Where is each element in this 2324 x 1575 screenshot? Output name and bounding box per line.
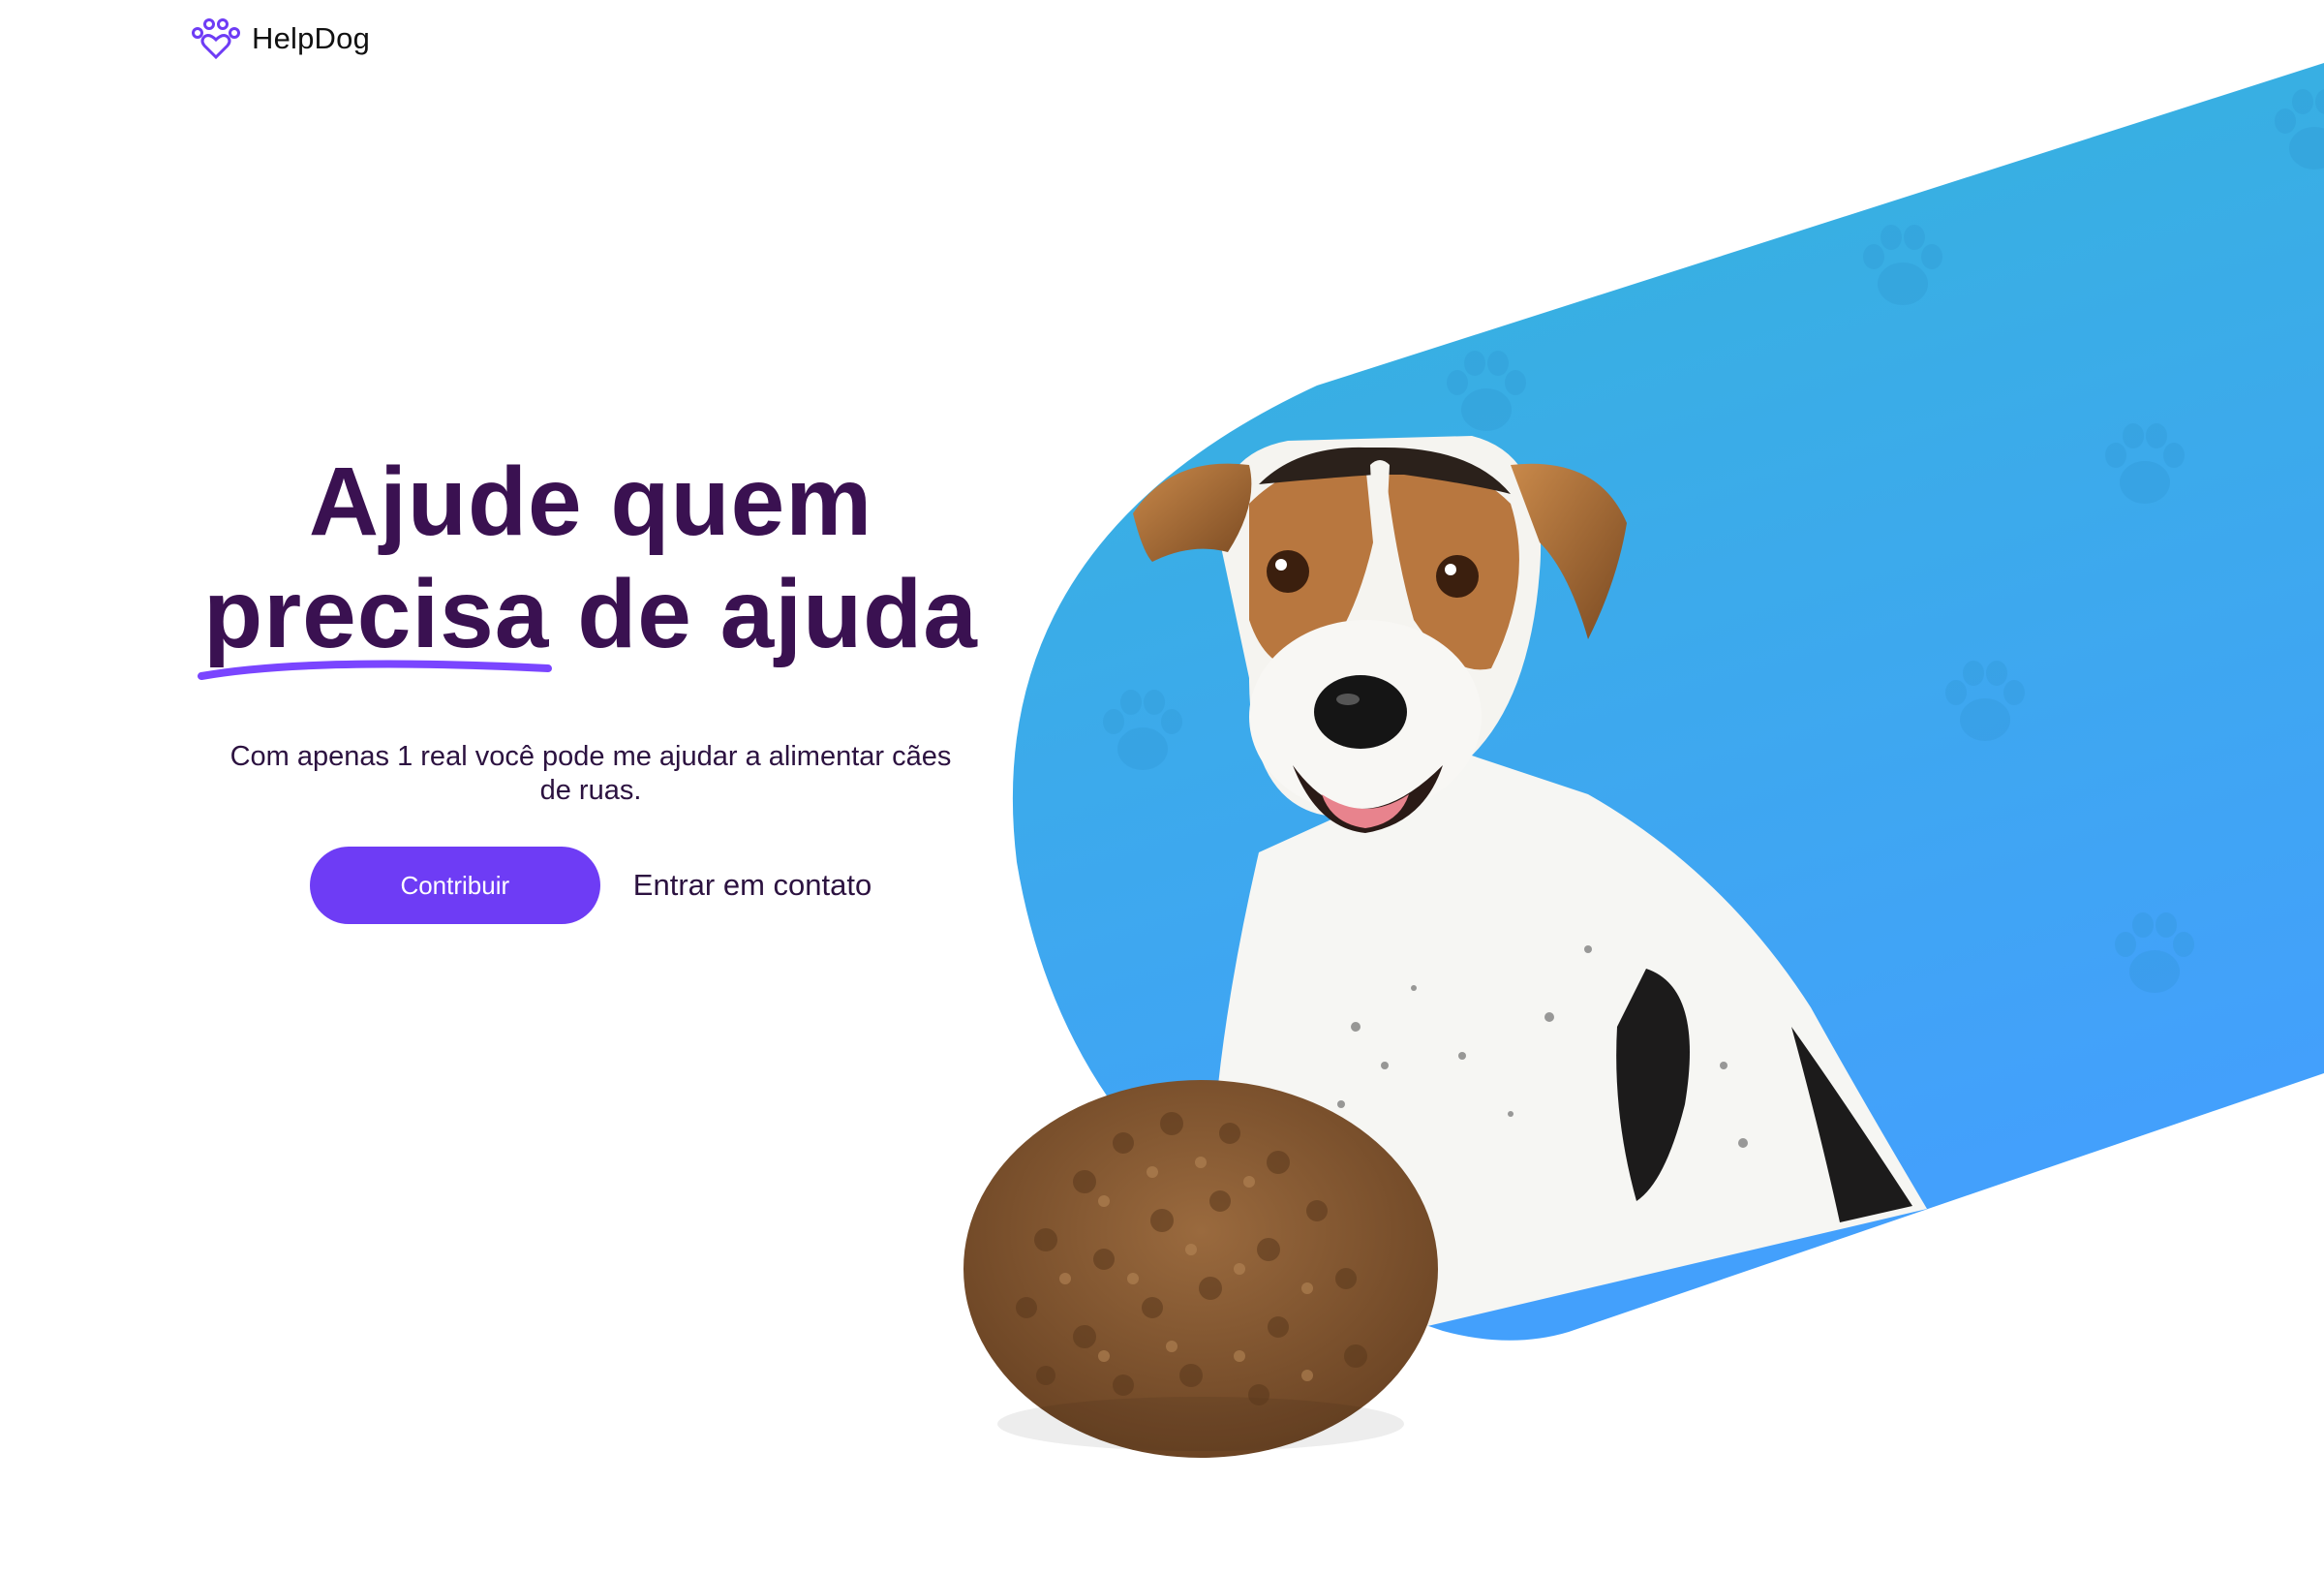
paw-heart-icon [192, 18, 240, 60]
contact-link[interactable]: Entrar em contato [633, 868, 872, 903]
hero-section: Ajude quem precisa de ajuda Com apenas 1… [184, 446, 997, 924]
brush-underline-decoration [198, 660, 553, 680]
hero-title: Ajude quem precisa de ajuda [184, 446, 997, 680]
hero-title-rest: de ajuda [577, 560, 978, 668]
hero-title-highlight: precisa [198, 558, 553, 680]
hero-actions: Contribuir Entrar em contato [184, 847, 997, 924]
hero-subtitle: Com apenas 1 real você pode me ajudar a … [229, 741, 952, 806]
brand-name: HelpDog [252, 21, 371, 55]
landing-page: HelpDog Ajude quem precisa de ajuda Com … [0, 0, 2324, 1575]
hero-title-line2: precisa de ajuda [184, 558, 997, 680]
hero-title-line1: Ajude quem [308, 448, 873, 556]
hero-title-highlight-word: precisa [203, 560, 550, 668]
contribute-button[interactable]: Contribuir [309, 847, 600, 924]
brand-logo-link[interactable]: HelpDog [192, 17, 370, 60]
kibble-pile [963, 1080, 1438, 1458]
